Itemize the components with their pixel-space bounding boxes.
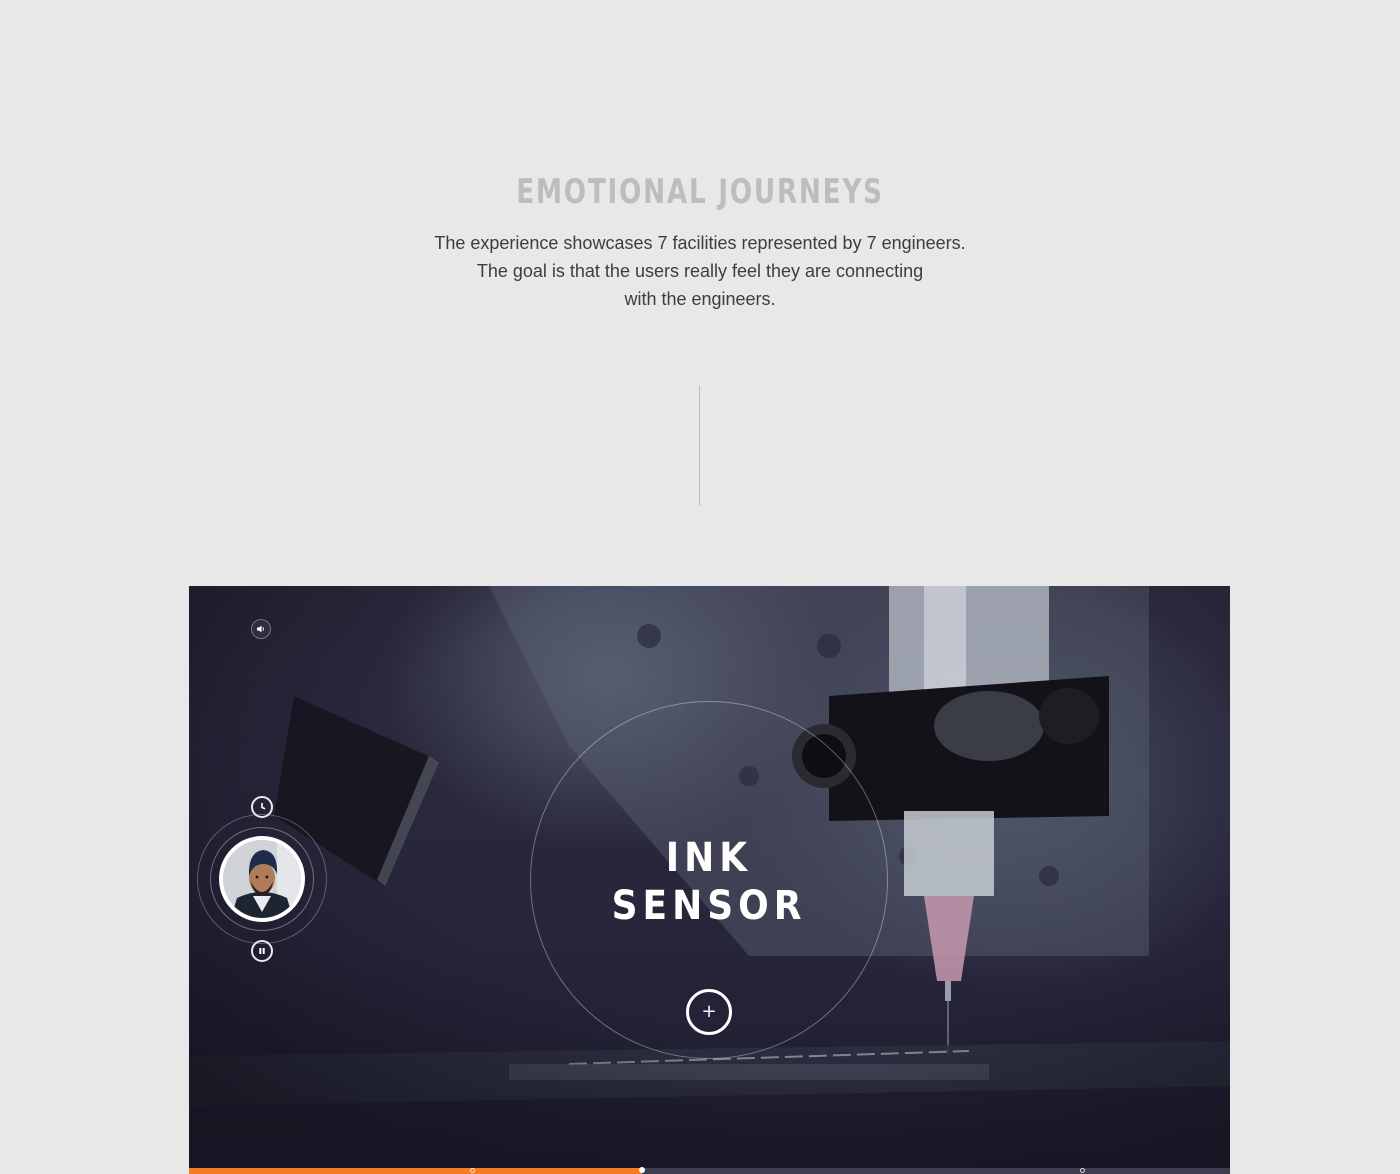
expand-facility-button[interactable]: +: [686, 989, 732, 1035]
progress-fill: [189, 1168, 642, 1174]
vertical-divider: [699, 386, 700, 506]
engineer-avatar[interactable]: [219, 836, 305, 922]
facility-name: INK SENSOR: [530, 834, 888, 930]
video-player[interactable]: INK SENSOR +: [189, 586, 1230, 1174]
pause-icon: [259, 948, 265, 954]
description-line: The goal is that the users really feel t…: [476, 261, 924, 281]
description-line: The experience showcases 7 facilities re…: [434, 233, 966, 253]
facility-name-line: SENSOR: [611, 883, 807, 929]
clock-icon: [261, 802, 266, 810]
description-line: with the engineers.: [624, 289, 776, 309]
section-title: EMOTIONAL JOURNEYS: [516, 172, 884, 212]
engineer-portrait: [223, 840, 301, 918]
plus-icon: +: [701, 1001, 717, 1022]
speaker-icon: [257, 625, 264, 633]
video-progress-bar[interactable]: [189, 1167, 1230, 1174]
progress-handle[interactable]: [638, 1167, 645, 1173]
sound-toggle-button[interactable]: [251, 619, 271, 639]
chapter-marker[interactable]: [1080, 1168, 1086, 1173]
facility-name-line: INK: [665, 835, 753, 881]
pause-button[interactable]: [251, 940, 273, 962]
section-description: The experience showcases 7 facilities re…: [0, 229, 1400, 313]
